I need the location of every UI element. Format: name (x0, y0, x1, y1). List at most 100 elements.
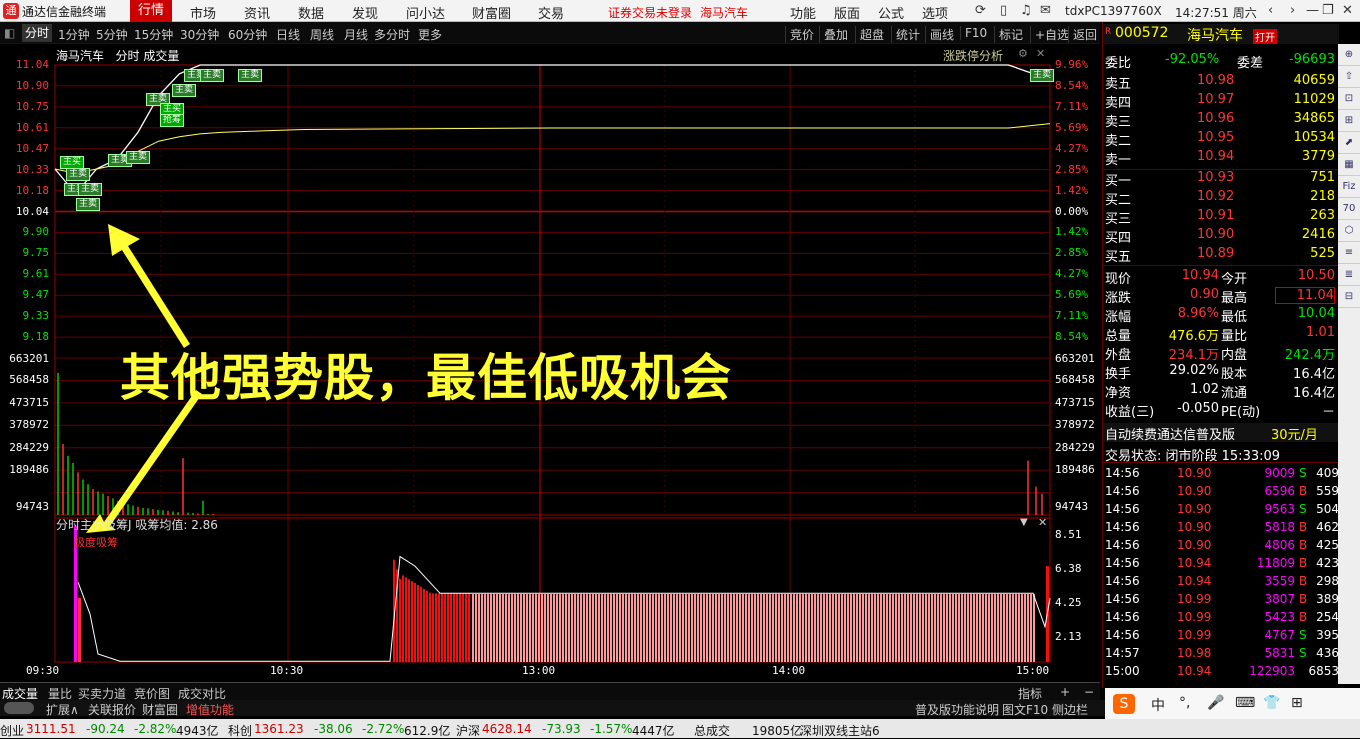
tool-4[interactable]: 画线 (925, 26, 954, 43)
close-icon[interactable]: ✕ (1342, 3, 1353, 18)
limit-analysis-button[interactable]: 涨跌停分析 (943, 47, 1003, 64)
ime-item[interactable]: ⌨ (1235, 695, 1255, 711)
ime-item[interactable]: 🎤 (1207, 695, 1224, 711)
add-panel-button[interactable]: + (1060, 685, 1070, 699)
menu-options[interactable]: 选项 (922, 3, 948, 22)
indicator-bar (715, 594, 717, 662)
sidebar-tool-icon[interactable]: ≡ (1338, 242, 1360, 264)
index-label[interactable]: 沪深 (456, 722, 480, 739)
trade-tag[interactable]: 主卖 (1030, 69, 1055, 82)
tool-2[interactable]: 超盘 (855, 26, 884, 43)
tool-1[interactable]: 叠加 (819, 26, 848, 43)
forward-icon[interactable]: › (1290, 3, 1295, 18)
menu-1[interactable]: 市场 (190, 3, 216, 22)
period-9[interactable]: 多分时 (374, 26, 410, 43)
period-3[interactable]: 15分钟 (134, 26, 173, 43)
sidebar-tool-icon[interactable]: ⇧ (1338, 66, 1360, 88)
topbar-stock-name[interactable]: 海马汽车 (700, 4, 748, 21)
ime-logo-icon[interactable]: S (1113, 694, 1135, 714)
tool-3[interactable]: 统计 (891, 26, 920, 43)
index-label[interactable]: 创业 (0, 722, 24, 739)
sidebar-tool-icon[interactable]: ▦ (1338, 154, 1360, 176)
ext-wealth-circle[interactable]: 财富圈 (142, 701, 178, 718)
ime-item[interactable]: ⊞ (1291, 695, 1303, 711)
sidebar-tool-icon[interactable]: ⊡ (1338, 88, 1360, 110)
ad-row[interactable]: 自动续费通达信普及版 30元/月 (1103, 423, 1339, 443)
menu-2[interactable]: 资讯 (244, 3, 270, 22)
panel-toggle-icon[interactable]: ◧ (4, 26, 15, 40)
trade-tag[interactable]: 主卖 (200, 69, 225, 82)
period-7[interactable]: 周线 (310, 26, 334, 43)
trade-tag[interactable]: 主卖 (66, 168, 91, 181)
indicator-close-icon[interactable]: ✕ (1038, 516, 1047, 529)
index-label[interactable]: 科创 (228, 722, 252, 739)
tool-8[interactable]: 返回 (1068, 26, 1097, 43)
menu-3[interactable]: 数据 (298, 3, 324, 22)
sidebar-tool-icon[interactable]: ⊕ (1338, 44, 1360, 66)
phone-icon[interactable]: ▯ (1000, 3, 1007, 18)
toggle-switch[interactable] (4, 702, 34, 714)
period-8[interactable]: 月线 (344, 26, 368, 43)
menu-0[interactable]: 行情 (130, 0, 173, 22)
period-4[interactable]: 30分钟 (180, 26, 219, 43)
login-notice[interactable]: 证券交易未登录 (608, 4, 692, 21)
ime-item[interactable]: 中 (1151, 695, 1165, 715)
menu-6[interactable]: 财富圈 (472, 3, 511, 22)
ask-volume: 40659 (1293, 73, 1335, 88)
tool-5[interactable]: F10 (960, 26, 987, 40)
menu-layout[interactable]: 版面 (834, 3, 860, 22)
sidebar-tool-icon[interactable]: ⬈ (1338, 132, 1360, 154)
trade-tag[interactable]: 主卖 (126, 151, 151, 164)
tool-0[interactable]: 竞价 (785, 26, 814, 43)
back-icon[interactable]: ‹ (1268, 3, 1273, 18)
restore-icon[interactable]: ❐ (1322, 3, 1334, 18)
trade-tag[interactable]: 主卖 (76, 198, 101, 211)
period-5[interactable]: 60分钟 (228, 26, 267, 43)
ext-sidebar[interactable]: 侧边栏 (1052, 701, 1088, 718)
menu-formula[interactable]: 公式 (878, 3, 904, 22)
sidebar-tool-icon[interactable]: Fiz (1338, 176, 1360, 198)
sidebar-tool-icon[interactable]: ⊟ (1338, 286, 1360, 308)
sidebar-tool-icon[interactable]: ⬡ (1338, 220, 1360, 242)
trade-tag[interactable]: 主卖 (78, 183, 103, 196)
period-2[interactable]: 5分钟 (96, 26, 128, 43)
ime-item[interactable]: °, (1179, 695, 1190, 711)
tool-7[interactable]: +自选 (1030, 26, 1069, 43)
refresh-icon[interactable]: ⟳ (975, 3, 986, 18)
period-1[interactable]: 1分钟 (58, 26, 90, 43)
price-line (54, 64, 1051, 195)
menu-7[interactable]: 交易 (538, 3, 564, 22)
ext-version-info[interactable]: 普及版功能说明 (915, 701, 999, 718)
menu-function[interactable]: 功能 (790, 3, 816, 22)
settings-icon[interactable]: ⚙ (1018, 47, 1028, 60)
ext-related-quote[interactable]: 关联报价 (88, 701, 136, 718)
indicator-title[interactable]: 分时主力吸筹J 吸筹均值: 2.86 (56, 516, 218, 533)
ext-expand[interactable]: 扩展∧ (46, 701, 79, 718)
server-name[interactable]: 深圳双线主站6 (800, 722, 880, 739)
menu-5[interactable]: 问小达 (406, 3, 445, 22)
sidebar-tool-icon[interactable]: 70 (1338, 198, 1360, 220)
period-0[interactable]: 分时 (22, 24, 53, 42)
remove-panel-button[interactable]: − (1084, 685, 1094, 699)
tool-6[interactable]: 标记 (994, 26, 1023, 43)
trade-tag[interactable]: 抢筹 (160, 114, 185, 127)
indicator-bar (673, 594, 675, 662)
ad-text[interactable]: 自动续费通达信普及版 (1105, 424, 1235, 443)
minimize-icon[interactable]: — (1306, 3, 1319, 18)
sidebar-tool-icon[interactable]: ⊞ (1338, 110, 1360, 132)
period-10[interactable]: 更多 (418, 26, 442, 43)
ime-item[interactable]: 👕 (1263, 695, 1280, 711)
period-6[interactable]: 日线 (276, 26, 300, 43)
mail-icon[interactable]: ✉ (1040, 3, 1051, 18)
indicator-bar (465, 593, 467, 662)
ext-value-added[interactable]: 增值功能 (186, 701, 234, 718)
indicator-dropdown-icon[interactable]: ▼ (1020, 517, 1028, 528)
ad-price[interactable]: 30元/月 (1271, 424, 1318, 443)
ext-f10[interactable]: 图文F10 (1002, 701, 1048, 718)
sidebar-tool-icon[interactable]: ≣ (1338, 264, 1360, 286)
chart-close-icon[interactable]: ✕ (1036, 47, 1045, 60)
trade-tag[interactable]: 主卖 (172, 84, 197, 97)
bell-icon[interactable]: ♫ (1020, 3, 1032, 18)
trade-tag[interactable]: 主卖 (238, 69, 263, 82)
menu-4[interactable]: 发现 (352, 3, 378, 22)
